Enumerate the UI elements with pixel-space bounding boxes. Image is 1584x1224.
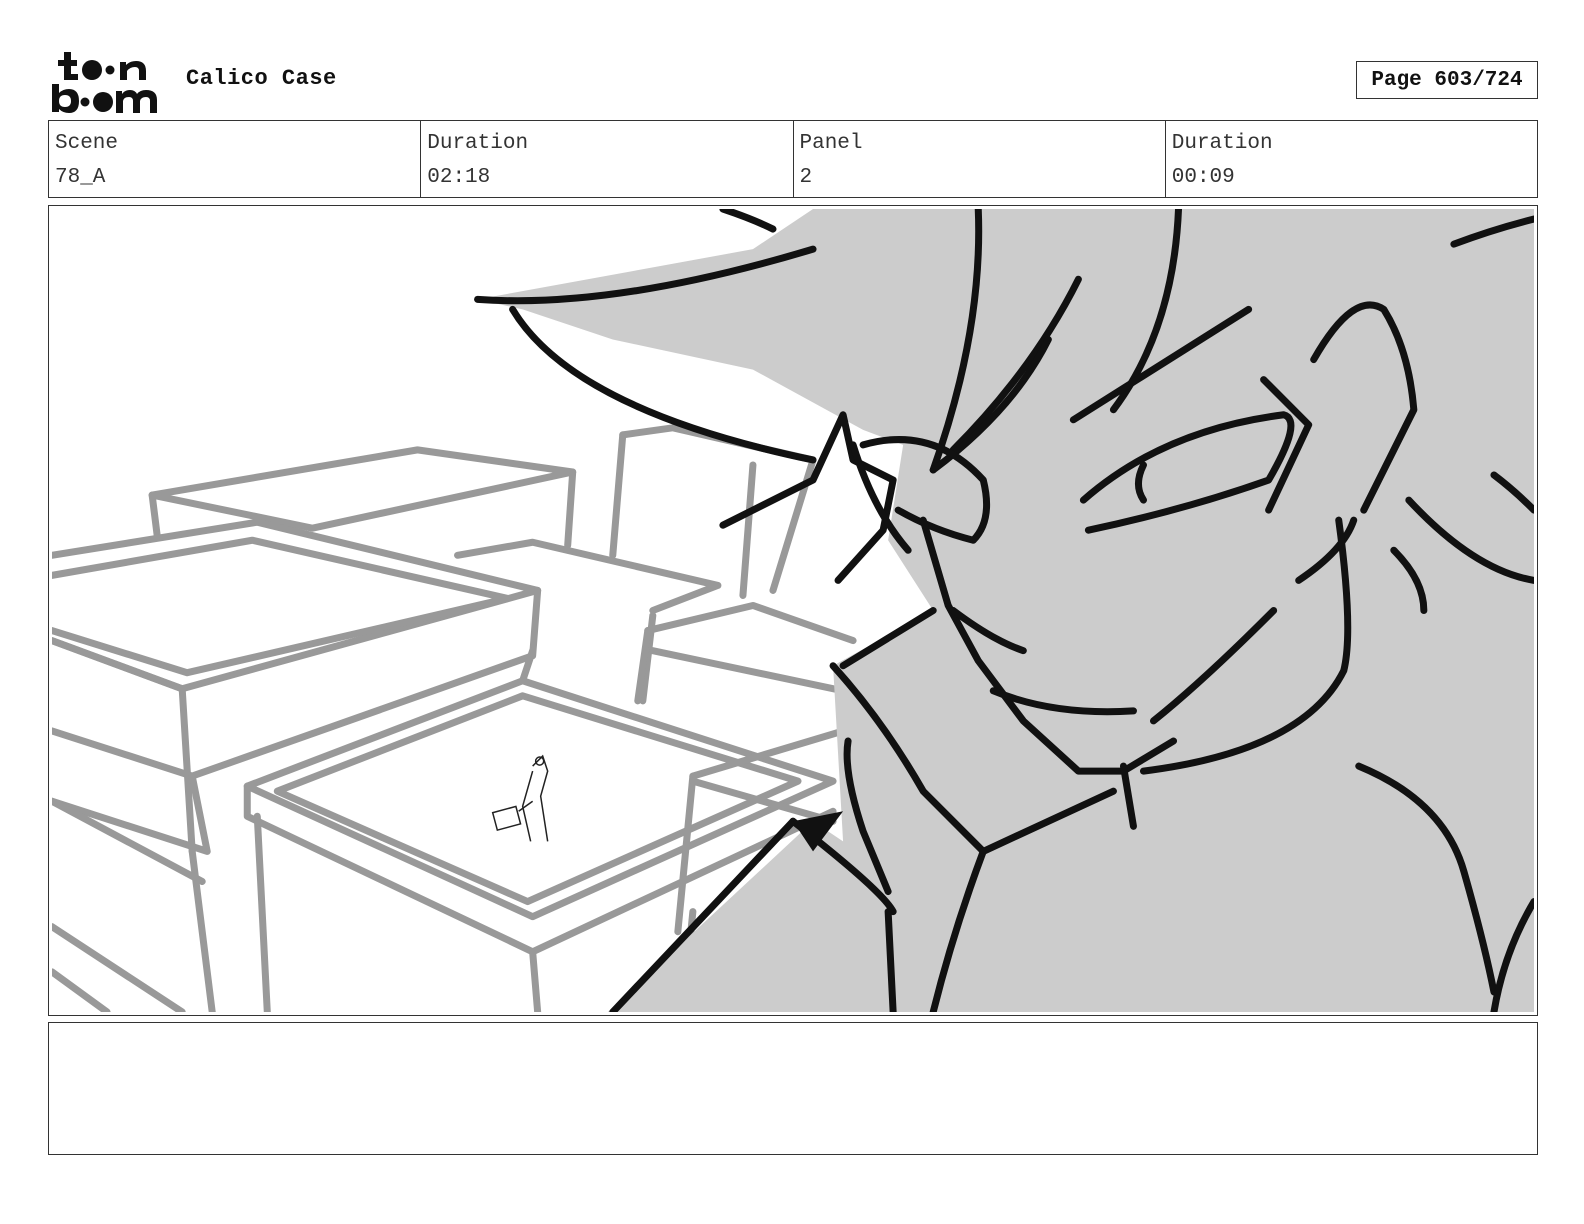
scene-duration-label: Duration bbox=[427, 132, 529, 155]
scene-duration-cell: Duration 02:18 bbox=[421, 121, 794, 197]
storyboard-sketch-image bbox=[52, 209, 1534, 1012]
panel-info-table: Scene 78_A Duration 02:18 Panel 2 Durati… bbox=[48, 120, 1538, 198]
scene-label: Scene bbox=[55, 132, 119, 155]
panel-duration-label: Duration bbox=[1171, 132, 1273, 155]
scene-duration-value: 02:18 bbox=[427, 166, 491, 189]
scene-cell: Scene 78_A bbox=[49, 121, 422, 197]
panel-duration-value: 00:09 bbox=[1171, 166, 1235, 189]
page-number: Page 603/724 bbox=[1356, 61, 1538, 99]
panel-notes-box bbox=[48, 1022, 1538, 1155]
storyboard-panel bbox=[48, 205, 1538, 1016]
panel-duration-cell: Duration 00:09 bbox=[1166, 121, 1537, 197]
project-title: Calico Case bbox=[186, 66, 337, 91]
panel-label: Panel bbox=[799, 132, 863, 155]
toonboom-logo-graphic bbox=[52, 52, 157, 113]
scene-value: 78_A bbox=[55, 166, 106, 189]
panel-cell: Panel 2 bbox=[794, 121, 1166, 197]
panel-value: 2 bbox=[799, 166, 813, 189]
toonboom-logo-icon bbox=[50, 50, 165, 114]
